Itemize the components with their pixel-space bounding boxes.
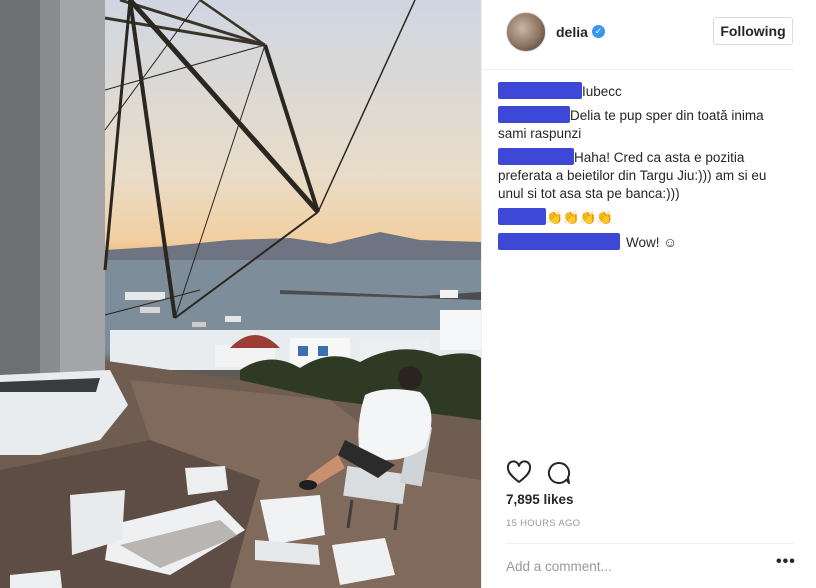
divider: [506, 543, 794, 544]
comment-text: Iubecc: [582, 84, 622, 99]
photo-scene: [0, 0, 481, 588]
post-header: delia ✓ Following: [482, 0, 794, 70]
comment-2: Delia te pup sper din toată inima sami r…: [498, 106, 794, 143]
post-sidebar: delia ✓ Following Iubecc Delia te pup sp…: [481, 0, 816, 588]
post-timestamp[interactable]: 15 HOURS AGO: [506, 518, 580, 529]
username[interactable]: delia: [556, 24, 588, 40]
avatar[interactable]: [506, 12, 546, 52]
redacted-username: [498, 208, 546, 225]
following-button[interactable]: Following: [713, 17, 793, 45]
add-comment-input[interactable]: [506, 556, 756, 576]
more-options-icon[interactable]: •••: [776, 553, 796, 571]
redacted-username: [498, 82, 582, 99]
post-photo[interactable]: [0, 0, 481, 588]
comment-1: Iubecc: [498, 82, 794, 101]
comment-icon[interactable]: [546, 460, 572, 486]
heart-icon[interactable]: [506, 460, 532, 486]
redacted-username: [498, 106, 570, 123]
verified-badge-icon: ✓: [592, 25, 605, 38]
comment-5: Wow! ☺: [498, 233, 794, 252]
redacted-username: [498, 233, 620, 250]
comment-3: Haha! Cred ca asta e pozitia preferata a…: [498, 148, 794, 203]
comment-text: 👏👏👏👏: [546, 210, 614, 225]
likes-count[interactable]: 7,895 likes: [506, 492, 574, 507]
redacted-username: [498, 148, 574, 165]
comment-4: 👏👏👏👏: [498, 208, 794, 227]
comment-text: Wow! ☺: [626, 235, 678, 250]
